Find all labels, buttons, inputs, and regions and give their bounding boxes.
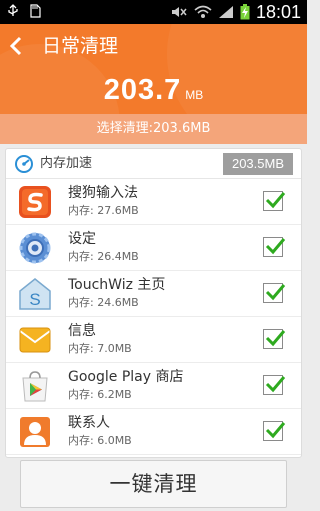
junk-size-unit: MB — [185, 88, 204, 102]
check-icon — [265, 192, 286, 209]
app-name: Google Play 商店 — [68, 369, 184, 385]
header: 日常清理 203.7 MB 选择清理:203.6MB — [0, 24, 307, 144]
memory-boost-card: 内存加速 203.5MB 搜狗输入法 内存: 27.6MB 设定 内存: 26.… — [5, 148, 302, 458]
app-name: 设定 — [68, 231, 96, 247]
selected-clean-size: 选择清理:203.6MB — [0, 114, 307, 144]
app-row[interactable]: S TouchWiz 主页 内存: 24.6MB — [6, 271, 301, 317]
messages-envelope-icon — [19, 327, 51, 353]
app-row[interactable]: 设定 内存: 26.4MB — [6, 225, 301, 271]
app-checkbox[interactable] — [263, 421, 286, 441]
app-memory: 内存: 27.6MB — [68, 204, 139, 217]
svg-text:S: S — [29, 290, 40, 309]
page-title: 日常清理 — [42, 35, 119, 57]
app-memory: 内存: 6.0MB — [68, 434, 132, 447]
app-row[interactable]: 联系人 内存: 6.0MB — [6, 409, 301, 455]
app-checkbox[interactable] — [263, 375, 286, 395]
check-icon — [265, 376, 286, 393]
clock: 18:01 — [255, 2, 301, 22]
app-checkbox[interactable] — [263, 329, 286, 349]
app-memory: 内存: 26.4MB — [68, 250, 139, 263]
speedometer-icon — [15, 155, 33, 173]
app-name: TouchWiz 主页 — [68, 277, 166, 293]
battery-charging-icon — [240, 4, 250, 20]
sogou-input-icon — [19, 186, 51, 218]
status-bar: 18:01 — [0, 0, 307, 24]
app-name: 联系人 — [68, 415, 110, 431]
memory-total-badge: 203.5MB — [223, 153, 293, 175]
app-name: 信息 — [68, 323, 96, 339]
signal-icon — [218, 6, 233, 18]
wifi-icon — [194, 5, 212, 18]
check-icon — [265, 238, 286, 255]
check-icon — [265, 330, 286, 347]
mute-icon — [171, 7, 187, 17]
app-row[interactable]: 搜狗输入法 内存: 27.6MB — [6, 179, 301, 225]
settings-gear-icon — [19, 232, 51, 264]
app-memory: 内存: 6.2MB — [68, 388, 132, 401]
touchwiz-home-icon: S — [19, 278, 51, 310]
back-button[interactable] — [6, 32, 28, 60]
app-memory: 内存: 7.0MB — [68, 342, 132, 355]
check-icon — [265, 284, 286, 301]
usb-icon — [8, 4, 18, 16]
contacts-icon — [20, 417, 50, 447]
bottom-bar: 一键清理 — [0, 458, 307, 511]
app-memory: 内存: 24.6MB — [68, 296, 139, 309]
junk-size: 203.7 MB — [0, 74, 307, 107]
app-checkbox[interactable] — [263, 237, 286, 257]
sd-card-icon — [30, 4, 41, 18]
memory-boost-header: 内存加速 203.5MB — [6, 149, 301, 179]
google-play-icon — [22, 371, 48, 402]
junk-size-value: 203.7 — [103, 74, 182, 106]
chevron-left-icon — [9, 36, 22, 56]
check-icon — [265, 422, 286, 439]
memory-boost-title: 内存加速 — [40, 156, 93, 171]
app-row[interactable]: Google Play 商店 内存: 6.2MB — [6, 363, 301, 409]
app-name: 搜狗输入法 — [68, 185, 138, 201]
one-click-clean-button[interactable]: 一键清理 — [20, 460, 287, 508]
app-checkbox[interactable] — [263, 191, 286, 211]
app-checkbox[interactable] — [263, 283, 286, 303]
app-row[interactable]: 信息 内存: 7.0MB — [6, 317, 301, 363]
